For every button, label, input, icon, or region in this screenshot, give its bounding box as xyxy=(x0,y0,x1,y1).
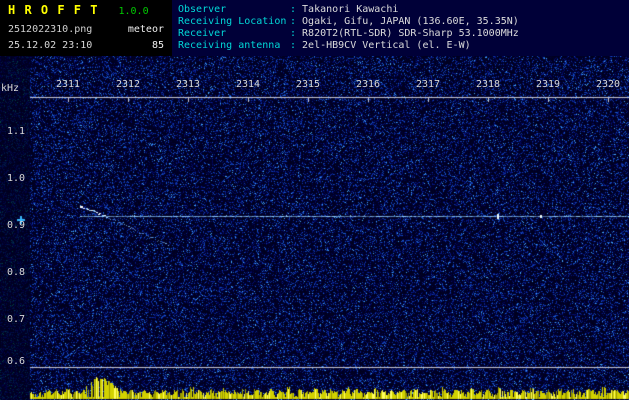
info-colon: : xyxy=(290,16,297,27)
info-label: Receiving antenna xyxy=(178,40,281,51)
info-label: Receiver xyxy=(178,28,227,39)
time-tick-label: 2313 xyxy=(175,79,201,90)
time-tick-label: 2315 xyxy=(295,79,321,90)
time-tick-label: 2319 xyxy=(535,79,561,90)
time-tick-label: 2317 xyxy=(415,79,441,90)
header: H R O F F T 1.0.0 2512022310.png meteor … xyxy=(0,0,629,56)
time-tick-label: 2312 xyxy=(115,79,141,90)
file-row: 2512022310.png meteor xyxy=(8,24,164,35)
app-info-panel: H R O F F T 1.0.0 2512022310.png meteor … xyxy=(0,0,172,56)
info-label: Receiving Location xyxy=(178,16,287,27)
station-info-panel: Observer: Takanori Kawachi Receiving Loca… xyxy=(172,0,629,56)
freq-tick-label: 1.0 xyxy=(7,173,26,184)
info-row-location: Receiving Location: Ogaki, Gifu, JAPAN (1… xyxy=(178,16,629,28)
freq-axis-unit: kHz xyxy=(1,83,20,94)
mode-label: meteor xyxy=(127,24,164,35)
freq-tick-label: 0.8 xyxy=(7,267,26,278)
output-filename: 2512022310.png xyxy=(8,24,93,35)
info-row-observer: Observer: Takanori Kawachi xyxy=(178,4,629,16)
time-tick-label: 2318 xyxy=(475,79,501,90)
record-datetime: 25.12.02 23:10 xyxy=(8,40,93,51)
info-colon: : xyxy=(290,40,297,51)
freq-tick-label: 0.7 xyxy=(7,314,26,325)
time-tick-label: 2316 xyxy=(355,79,381,90)
info-colon: : xyxy=(290,28,297,39)
time-row: 25.12.02 23:10 85 xyxy=(8,40,164,51)
freq-tick-label: 0.9 xyxy=(7,220,26,231)
info-colon: : xyxy=(290,4,297,15)
time-tick-label: 2314 xyxy=(235,79,261,90)
info-row-antenna: Receiving antenna:2el-HB9CV Vertical (el… xyxy=(178,40,629,52)
time-tick-label: 2320 xyxy=(595,79,621,90)
echo-count: 85 xyxy=(151,40,164,51)
spectrogram-canvas xyxy=(0,56,629,400)
info-value: 2el-HB9CV Vertical (el. E-W) xyxy=(302,40,471,51)
info-row-receiver: Receiver: R820T2(RTL-SDR) SDR-Sharp 53.10… xyxy=(178,28,629,40)
freq-tick-label: 0.6 xyxy=(7,356,26,367)
info-value: Ogaki, Gifu, JAPAN (136.60E, 35.35N) xyxy=(302,16,519,27)
freq-tick-label: 1.1 xyxy=(7,126,26,137)
info-value: R820T2(RTL-SDR) SDR-Sharp 53.1000MHz xyxy=(302,28,519,39)
app-title: H R O F F T xyxy=(8,3,99,17)
info-value: Takanori Kawachi xyxy=(302,4,399,15)
app-version: 1.0.0 xyxy=(118,6,149,17)
title-row: H R O F F T 1.0.0 xyxy=(8,3,149,17)
time-tick-label: 2311 xyxy=(55,79,81,90)
info-label: Observer xyxy=(178,4,227,15)
hrofft-window: H R O F F T 1.0.0 2512022310.png meteor … xyxy=(0,0,629,400)
